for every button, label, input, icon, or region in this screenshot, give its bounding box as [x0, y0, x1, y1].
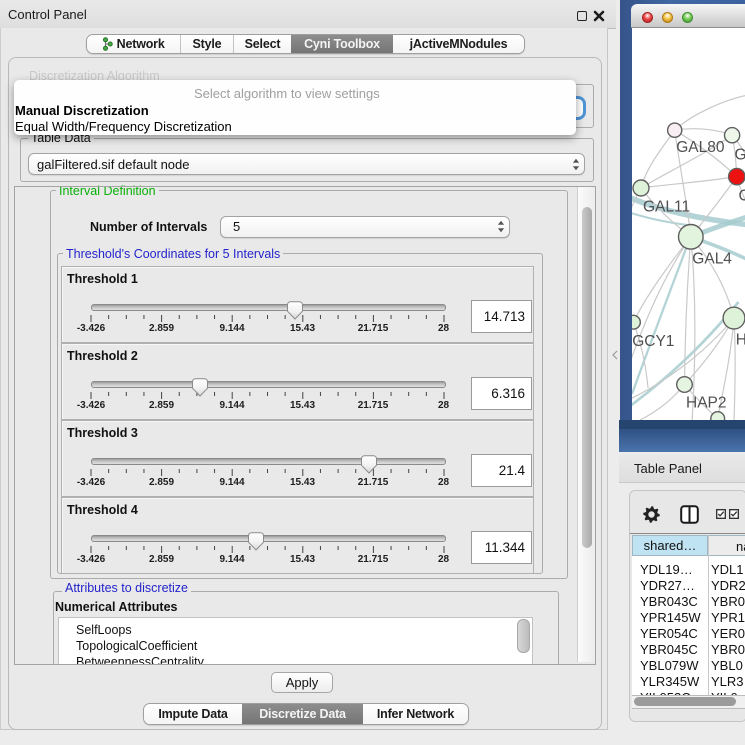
svg-text:GA: GA [735, 147, 745, 164]
svg-text:C: C [739, 188, 745, 205]
svg-text:GAL80: GAL80 [676, 139, 725, 156]
svg-text:HAP2: HAP2 [686, 395, 727, 412]
svg-text:H: H [736, 332, 745, 349]
svg-text:GAL11: GAL11 [643, 199, 690, 216]
svg-text:GAL4: GAL4 [692, 251, 732, 268]
svg-text:GCY1: GCY1 [632, 333, 674, 350]
